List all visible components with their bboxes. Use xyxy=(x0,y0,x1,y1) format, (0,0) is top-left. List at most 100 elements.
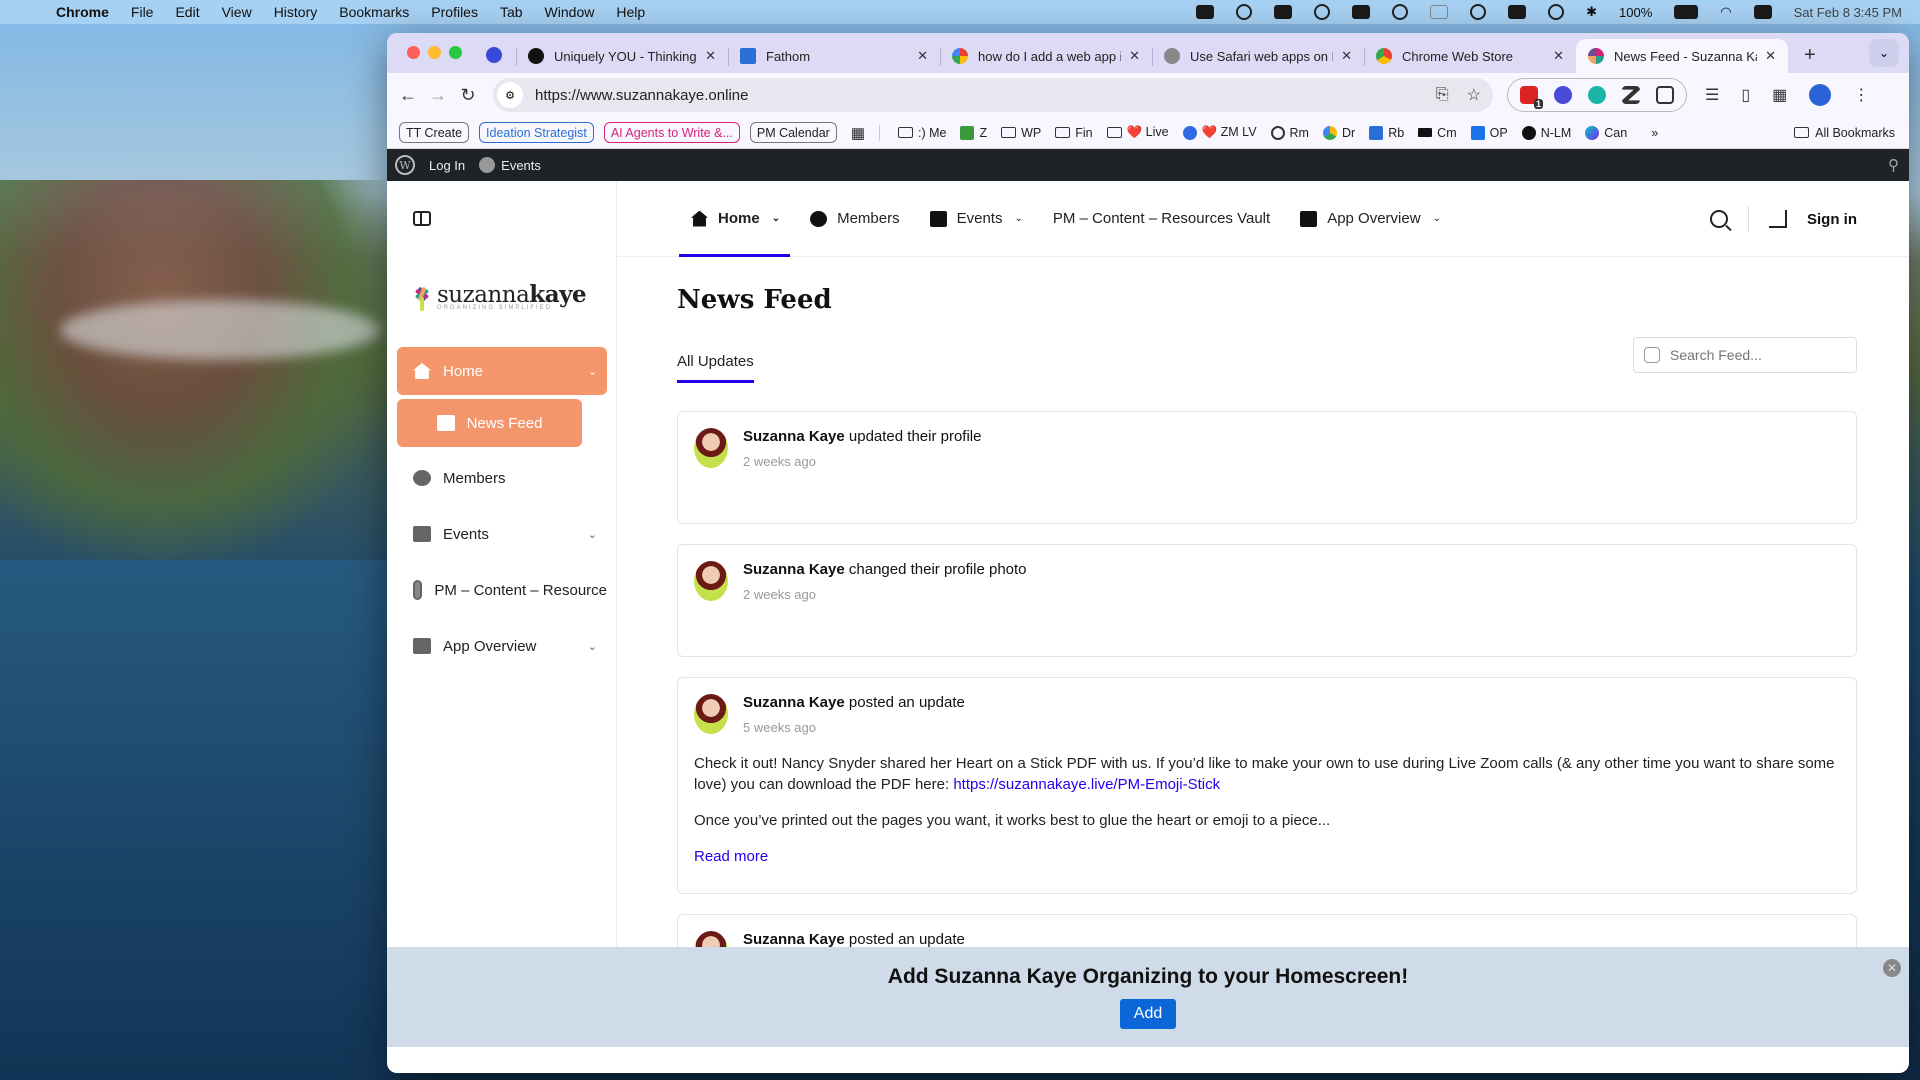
tab-close-icon[interactable]: ✕ xyxy=(917,48,928,64)
install-app-icon[interactable]: ⎘ xyxy=(1436,86,1449,104)
todoist-extension-icon[interactable]: 1 xyxy=(1520,86,1543,109)
bookmarks-overflow-button[interactable]: » xyxy=(1651,126,1658,140)
layers-status-icon[interactable] xyxy=(1392,4,1409,20)
bookmark[interactable]: Can xyxy=(1585,125,1627,140)
bookmark-chip[interactable]: PM Calendar xyxy=(749,122,837,143)
author-link[interactable]: Suzanna Kaye xyxy=(743,931,845,948)
tab-close-icon[interactable]: ✕ xyxy=(1341,48,1352,64)
apps-grid-icon[interactable]: ▦ xyxy=(851,124,865,142)
chrome-menu-icon[interactable]: ⋮ xyxy=(1853,85,1869,105)
clock[interactable]: Sat Feb 8 3:45 PM xyxy=(1794,5,1902,20)
tab-list-chevron-icon[interactable]: ⌄ xyxy=(1869,39,1899,67)
search-icon[interactable] xyxy=(1710,210,1728,228)
extension-plus-icon[interactable] xyxy=(1588,86,1606,104)
sidebar-item-app-overview[interactable]: App Overview ⌄ xyxy=(397,621,607,671)
z-extension-icon[interactable] xyxy=(1622,86,1640,104)
play-status-icon[interactable] xyxy=(1470,4,1487,20)
puzzle-extensions-icon[interactable] xyxy=(1656,86,1674,104)
reading-list-icon[interactable]: ☰ xyxy=(1705,85,1719,105)
sidebar-item-pm-content[interactable]: PM – Content – Resource xyxy=(397,565,607,615)
site-info-icon[interactable]: ⚙ xyxy=(497,82,523,108)
bookmark-chip[interactable]: Ideation Strategist xyxy=(479,122,594,143)
zoom-window-button[interactable] xyxy=(449,46,462,59)
profile-avatar[interactable] xyxy=(1809,84,1832,106)
menu-history[interactable]: History xyxy=(274,4,318,20)
wordpress-logo-icon[interactable]: W xyxy=(395,155,415,175)
nav-events[interactable]: Events ⌄ xyxy=(929,181,1023,257)
nav-pm-content-resources-vault[interactable]: PM – Content – Resources Vault xyxy=(1053,181,1270,257)
tab-search-extension-icon[interactable] xyxy=(486,47,502,63)
bookmark[interactable]: Dr xyxy=(1322,125,1355,140)
url-text[interactable]: https://www.suzannakaye.online xyxy=(535,87,748,104)
post-link[interactable]: https://suzannakaye.live/PM-Emoji-Stick xyxy=(953,776,1220,793)
new-tab-button[interactable]: + xyxy=(1804,44,1816,67)
activity-time[interactable]: 2 weeks ago xyxy=(743,454,981,469)
menu-window[interactable]: Window xyxy=(545,4,595,20)
menu-tab[interactable]: Tab xyxy=(500,4,523,20)
menu-profiles[interactable]: Profiles xyxy=(431,4,478,20)
chatgpt-status-icon[interactable] xyxy=(1236,4,1253,20)
avatar[interactable] xyxy=(694,561,728,601)
control-center-icon[interactable] xyxy=(1753,5,1772,19)
reading-mode-icon[interactable]: ▯ xyxy=(1741,85,1750,105)
site-logo[interactable]: suzannakaye ORGANIZING SIMPLIFIED xyxy=(411,277,587,311)
tab[interactable]: Uniquely YOU - Thinking ✕ xyxy=(516,39,728,73)
chevron-down-icon[interactable]: ⌄ xyxy=(588,640,597,653)
bookmark[interactable]: Z xyxy=(960,125,987,140)
bookmark[interactable]: N-LM xyxy=(1521,125,1571,140)
bookmark[interactable]: OP xyxy=(1470,125,1508,140)
author-link[interactable]: Suzanna Kaye xyxy=(743,428,845,445)
display-status-icon[interactable] xyxy=(1352,5,1371,19)
author-link[interactable]: Suzanna Kaye xyxy=(743,694,845,711)
nav-home[interactable]: Home ⌄ xyxy=(678,181,791,257)
chevron-down-icon[interactable]: ⌄ xyxy=(772,213,780,224)
tab-close-icon[interactable]: ✕ xyxy=(1129,48,1140,64)
side-panel-icon[interactable]: ▦ xyxy=(1772,85,1787,105)
grid-status-icon[interactable] xyxy=(1314,4,1331,20)
avatar[interactable] xyxy=(694,428,728,468)
admin-search-icon[interactable]: ⚲ xyxy=(1888,156,1899,174)
avatar[interactable] xyxy=(694,694,728,734)
reload-button[interactable]: ↻ xyxy=(453,85,483,106)
bookmark-folder[interactable]: ❤️ Live xyxy=(1106,125,1169,140)
address-bar[interactable]: ⚙ https://www.suzannakaye.online ⎘ ☆ xyxy=(493,78,1493,112)
minimize-window-button[interactable] xyxy=(428,46,441,59)
menu-bookmarks[interactable]: Bookmarks xyxy=(339,4,409,20)
menu-help[interactable]: Help xyxy=(616,4,645,20)
sidebar-toggle-icon[interactable] xyxy=(413,211,431,226)
feed-search[interactable] xyxy=(1633,337,1857,373)
menu-chrome[interactable]: Chrome xyxy=(56,4,109,20)
tab-all-updates[interactable]: All Updates xyxy=(677,353,754,383)
chevron-down-icon[interactable]: ⌄ xyxy=(588,528,597,541)
sidebar-item-events[interactable]: Events ⌄ xyxy=(397,509,607,559)
bookmark[interactable]: Rb xyxy=(1369,125,1404,140)
extension-icon[interactable] xyxy=(1554,86,1572,104)
battery-icon[interactable] xyxy=(1674,5,1699,19)
tab-close-icon[interactable]: ✕ xyxy=(1765,48,1776,64)
bookmark-chip[interactable]: AI Agents to Write &... xyxy=(603,122,740,143)
search-feed-input[interactable] xyxy=(1670,347,1830,363)
bookmark-star-icon[interactable]: ☆ xyxy=(1467,85,1481,105)
tab[interactable]: Fathom ✕ xyxy=(728,39,940,73)
wifi-icon[interactable]: ◠ xyxy=(1720,4,1731,20)
back-button[interactable]: ← xyxy=(393,85,423,106)
sidebar-item-home[interactable]: Home ⌄ xyxy=(397,347,607,395)
drive-status-icon[interactable] xyxy=(1196,5,1215,19)
airdrop-status-icon[interactable] xyxy=(1548,4,1565,20)
forward-button[interactable]: → xyxy=(423,85,453,106)
read-more-link[interactable]: Read more xyxy=(694,846,768,867)
nav-members[interactable]: Members xyxy=(810,181,900,257)
bookmark-chip[interactable]: TT Create xyxy=(399,122,470,143)
activity-time[interactable]: 2 weeks ago xyxy=(743,587,1027,602)
tab-active[interactable]: News Feed - Suzanna Ka ✕ xyxy=(1576,39,1788,73)
close-window-button[interactable] xyxy=(407,46,420,59)
chevron-down-icon[interactable]: ⌄ xyxy=(588,365,597,378)
chevron-down-icon[interactable]: ⌄ xyxy=(1014,213,1022,224)
bluetooth-icon[interactable]: ✱ xyxy=(1586,4,1597,20)
bookmark-folder[interactable]: :) Me xyxy=(898,126,946,140)
fathom-status-icon[interactable] xyxy=(1274,5,1293,19)
events-link[interactable]: Events xyxy=(501,158,541,173)
nav-app-overview[interactable]: App Overview ⌄ xyxy=(1300,181,1441,257)
activity-time[interactable]: 5 weeks ago xyxy=(743,720,965,735)
cart-icon[interactable] xyxy=(1769,210,1787,228)
